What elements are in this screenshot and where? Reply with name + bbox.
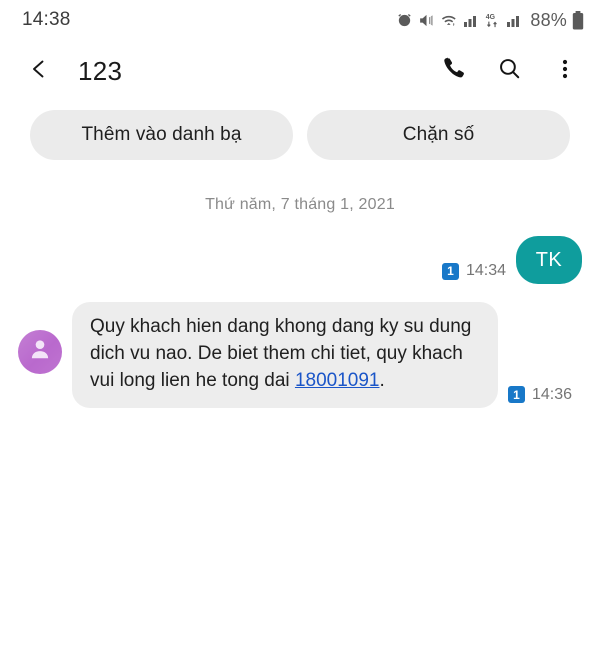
sim-badge: 1	[441, 262, 459, 280]
person-avatar-icon	[27, 336, 53, 367]
signal-bars-2-icon	[507, 13, 523, 28]
app-bar-actions	[438, 56, 580, 86]
quick-actions-row: Thêm vào danh bạ Chặn số	[0, 102, 600, 160]
chevron-left-icon	[27, 57, 51, 86]
sim-badge: 1	[507, 386, 525, 404]
block-number-button[interactable]: Chặn số	[307, 110, 570, 160]
message-row-incoming: Quy khach hien dang khong dang ky su dun…	[18, 302, 582, 408]
status-bar: 14:38 4G 88%	[0, 0, 600, 40]
status-bar-clock: 14:38	[22, 9, 71, 30]
message-text: Quy khach hien dang khong dang ky su dun…	[90, 316, 472, 391]
app-bar: 123	[0, 40, 600, 102]
phone-icon	[441, 56, 466, 86]
add-to-contacts-button[interactable]: Thêm vào danh bạ	[30, 110, 293, 160]
signal-bars-icon	[464, 13, 480, 28]
battery-icon	[572, 10, 584, 30]
more-options-button[interactable]	[550, 56, 580, 86]
wifi-transfer-icon	[440, 12, 459, 29]
search-button[interactable]	[494, 56, 524, 86]
message-bubble-outgoing[interactable]: TK	[516, 236, 582, 284]
more-vertical-icon	[554, 57, 576, 86]
message-meta-outgoing: 1 14:34	[441, 262, 506, 280]
avatar	[18, 329, 62, 374]
alarm-clock-icon	[396, 12, 413, 29]
message-row-outgoing: 1 14:34 TK	[18, 236, 582, 284]
network-4g-icon: 4G	[485, 12, 502, 29]
svg-text:4G: 4G	[486, 13, 495, 20]
search-icon	[497, 56, 522, 86]
message-text-tail: .	[379, 369, 385, 391]
message-timestamp: 14:34	[465, 262, 506, 279]
battery-percent-label: 88%	[530, 9, 567, 30]
message-thread: Thứ năm, 7 tháng 1, 2021 1 14:34 TK Quy …	[0, 160, 600, 408]
date-divider: Thứ năm, 7 tháng 1, 2021	[205, 196, 395, 213]
status-bar-icons: 4G 88%	[396, 10, 584, 31]
message-meta-incoming: 1 14:36	[507, 385, 572, 404]
back-button[interactable]	[22, 54, 56, 88]
mute-vibrate-icon	[418, 12, 435, 29]
call-button[interactable]	[438, 56, 468, 86]
message-timestamp: 14:36	[531, 385, 572, 403]
message-bubble-incoming[interactable]: Quy khach hien dang khong dang ky su dun…	[72, 302, 498, 408]
phone-number-link[interactable]: 18001091	[295, 370, 380, 391]
page-title: 123	[78, 55, 123, 86]
